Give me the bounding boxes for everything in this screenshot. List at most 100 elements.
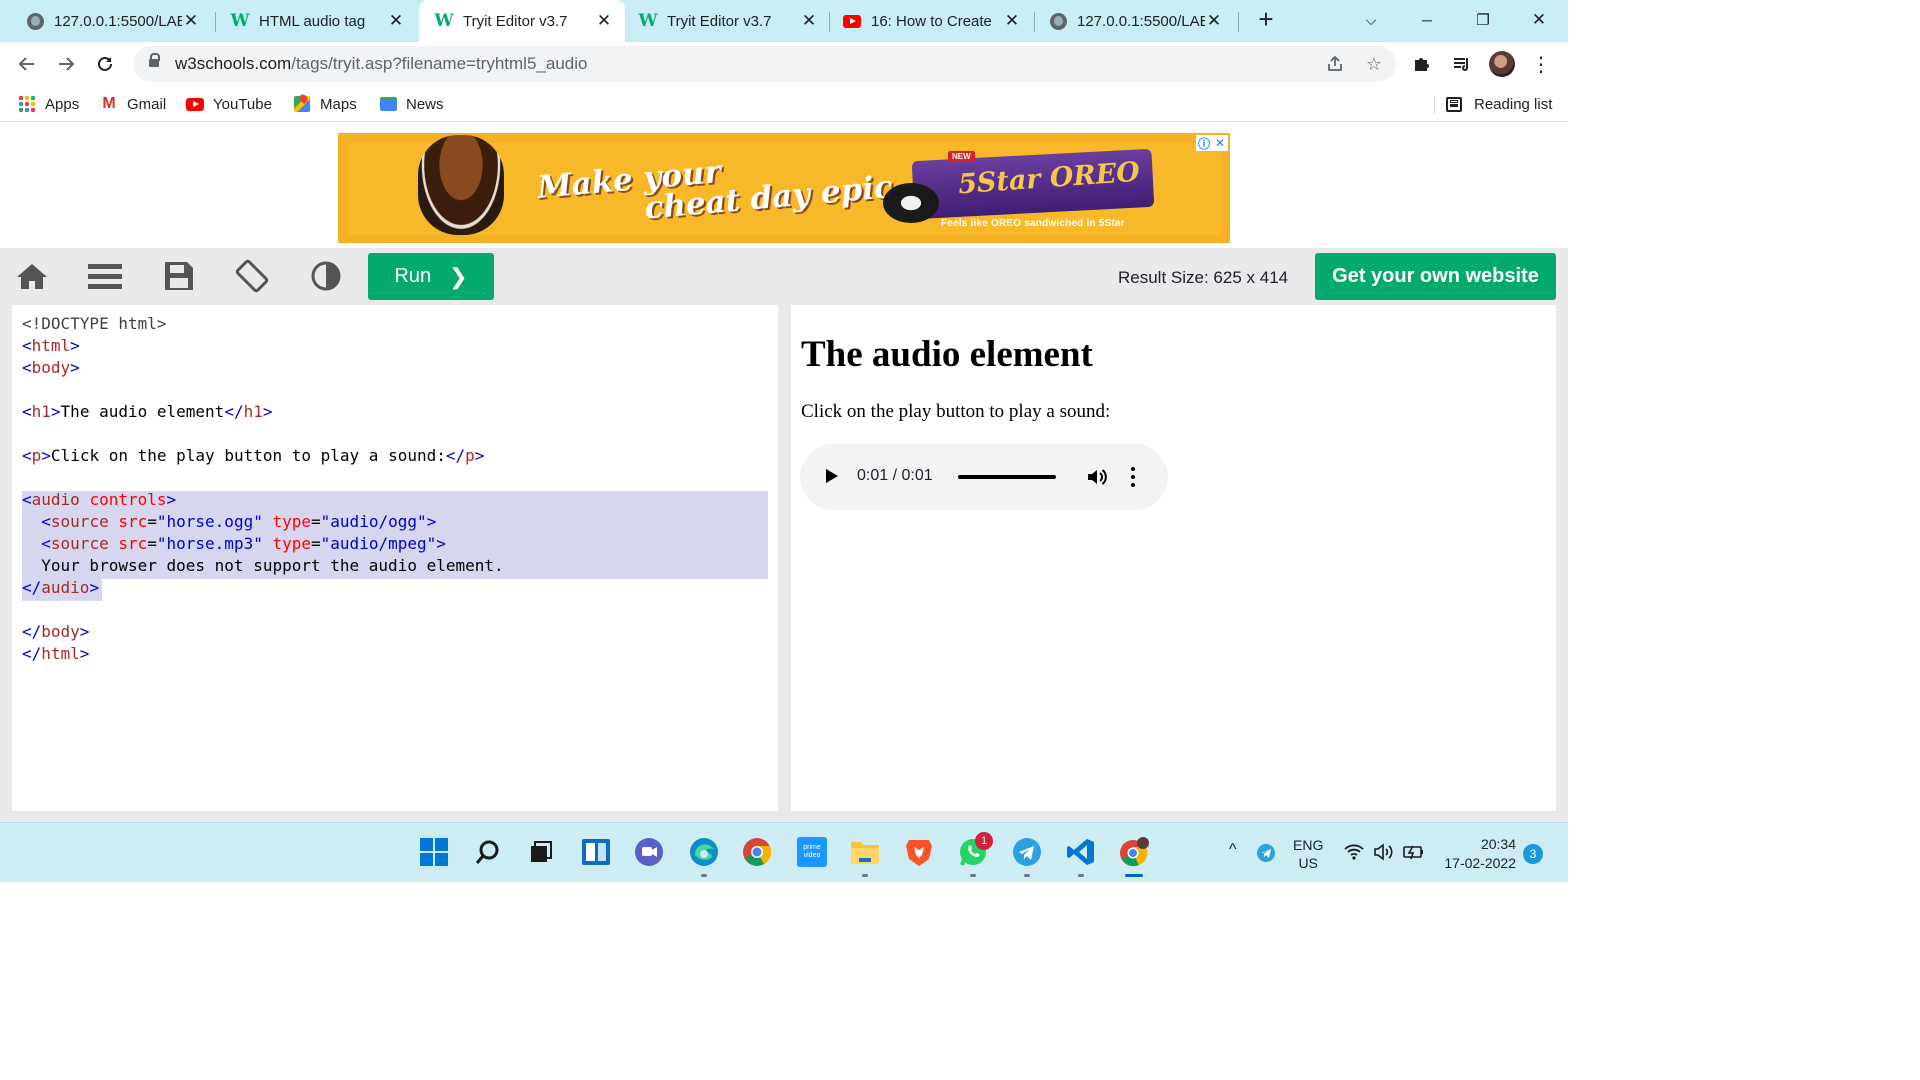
windows-start-icon[interactable] xyxy=(418,836,450,868)
volume-icon[interactable] xyxy=(1085,465,1109,489)
cookie-image xyxy=(883,183,939,223)
bookmark-label: Gmail xyxy=(127,95,167,113)
wifi-icon[interactable] xyxy=(1344,843,1364,864)
chrome-icon[interactable] xyxy=(741,836,773,868)
running-indicator xyxy=(970,874,976,877)
code-token: < xyxy=(22,490,32,509)
bookmarks-bar: Apps M Gmail YouTube Maps News Reading l… xyxy=(0,86,1568,122)
code-line: <source src="horse.ogg" type="audio/ogg"… xyxy=(22,511,504,533)
audio-progress-bar[interactable] xyxy=(958,475,1056,479)
code-token: p xyxy=(465,446,475,465)
save-icon[interactable] xyxy=(162,260,196,292)
teams-chat-icon[interactable] xyxy=(633,836,665,868)
tab-strip: 127.0.0.1:5500/LAB ✕ W HTML audio tag ✕ … xyxy=(0,0,1568,42)
close-icon[interactable]: ✕ xyxy=(387,11,405,30)
media-control-icon[interactable] xyxy=(1450,52,1474,76)
contrast-icon[interactable] xyxy=(309,260,343,292)
address-bar[interactable]: w3schools.com/tags/tryit.asp?filename=tr… xyxy=(133,46,1396,82)
widgets-icon[interactable] xyxy=(580,836,612,868)
task-view-icon[interactable] xyxy=(525,836,557,868)
vscode-icon[interactable] xyxy=(1065,836,1097,868)
profile-avatar[interactable] xyxy=(1489,51,1515,77)
clock-date: 17-02-2022 xyxy=(1444,855,1516,871)
code-editor[interactable]: <!DOCTYPE html> <html> <body> <h1>The audio… xyxy=(12,305,778,811)
code-line: </audio> xyxy=(22,577,504,599)
ad-choices[interactable]: ⓘ ✕ xyxy=(1196,135,1228,151)
tab-5[interactable]: 16: How to Create ✕ xyxy=(830,0,1033,42)
speaker-icon[interactable] xyxy=(1373,843,1395,864)
tab-4[interactable]: W Tryit Editor v3.7 ✕ xyxy=(625,0,830,42)
share-icon[interactable] xyxy=(1323,52,1347,76)
battery-charging-icon[interactable] xyxy=(1402,843,1426,864)
play-icon[interactable] xyxy=(826,469,838,483)
close-icon[interactable]: ✕ xyxy=(1003,11,1021,30)
running-indicator xyxy=(862,874,868,877)
telegram-tray-icon[interactable] xyxy=(1256,843,1276,866)
tab-6[interactable]: 127.0.0.1:5500/LAB ✕ xyxy=(1035,0,1235,42)
reload-button[interactable] xyxy=(91,50,119,78)
clock[interactable]: 20:34 17-02-2022 xyxy=(1440,835,1516,873)
show-hidden-icons-button[interactable]: ^ xyxy=(1229,841,1237,859)
tab-1[interactable]: 127.0.0.1:5500/LAB ✕ xyxy=(0,0,212,42)
bookmark-maps[interactable]: Maps xyxy=(293,93,357,115)
forward-button[interactable] xyxy=(52,50,80,78)
edge-icon[interactable] xyxy=(688,836,720,868)
bookmark-star-icon[interactable]: ☆ xyxy=(1362,52,1386,76)
code-token: < xyxy=(22,402,32,421)
search-icon[interactable] xyxy=(472,836,504,868)
whatsapp-icon[interactable]: 1 xyxy=(957,832,993,868)
notification-badge[interactable]: 3 xyxy=(1523,844,1543,864)
code-token: > xyxy=(262,402,273,421)
menu-icon[interactable] xyxy=(88,260,122,292)
brave-icon[interactable] xyxy=(903,836,935,868)
bookmark-news[interactable]: News xyxy=(379,93,444,115)
new-tab-button[interactable]: + xyxy=(1254,6,1278,32)
ad-info-icon[interactable]: ⓘ xyxy=(1196,135,1212,151)
tab-title: Tryit Editor v3.7 xyxy=(667,12,772,30)
tab-separator xyxy=(1238,12,1239,32)
back-button[interactable] xyxy=(13,50,41,78)
file-explorer-icon[interactable] xyxy=(849,836,881,868)
ad-banner[interactable]: Make your cheat day epic. NEW 5Star OREO… xyxy=(338,133,1230,243)
ad-close-icon[interactable]: ✕ xyxy=(1212,135,1228,151)
lock-icon[interactable] xyxy=(149,53,160,70)
get-website-button[interactable]: Get your own website xyxy=(1315,253,1556,300)
minimize-button[interactable]: ─ xyxy=(1412,6,1442,34)
url-text[interactable]: w3schools.com/tags/tryit.asp?filename=tr… xyxy=(175,54,587,74)
running-indicator xyxy=(1024,874,1030,877)
more-options-icon[interactable] xyxy=(1131,467,1135,487)
bookmark-apps[interactable]: Apps xyxy=(18,93,79,115)
prime-video-icon[interactable]: prime video xyxy=(796,836,828,868)
close-icon[interactable]: ✕ xyxy=(800,11,818,30)
code-token: > xyxy=(79,644,90,663)
language-indicator[interactable]: ENG US xyxy=(1293,836,1323,872)
tab-title: HTML audio tag xyxy=(259,12,366,30)
rotate-icon[interactable] xyxy=(235,259,269,293)
extensions-icon[interactable] xyxy=(1410,52,1434,76)
bookmark-youtube[interactable]: YouTube xyxy=(186,93,272,115)
close-icon[interactable]: ✕ xyxy=(595,11,613,30)
tab-2[interactable]: W HTML audio tag ✕ xyxy=(205,0,417,42)
home-icon[interactable] xyxy=(15,260,49,292)
close-window-button[interactable]: ✕ xyxy=(1524,6,1554,34)
audio-player[interactable]: 0:01 / 0:01 xyxy=(800,444,1168,510)
telegram-icon[interactable] xyxy=(1011,836,1043,868)
reading-list-button[interactable]: Reading list xyxy=(1446,93,1552,115)
tab-3-active[interactable]: W Tryit Editor v3.7 ✕ xyxy=(419,0,625,42)
back-arrow-icon xyxy=(18,57,34,71)
restore-button[interactable]: ❐ xyxy=(1468,6,1498,34)
close-icon[interactable]: ✕ xyxy=(182,11,200,30)
code-token: html xyxy=(41,644,80,663)
tab-search-dropdown-icon[interactable]: ⌵ xyxy=(1356,6,1386,34)
chrome-menu-icon[interactable]: ⋮ xyxy=(1529,52,1553,76)
chrome-profile-icon[interactable] xyxy=(1118,836,1150,868)
bookmark-gmail[interactable]: M Gmail xyxy=(100,93,166,115)
run-label: Run xyxy=(394,265,432,287)
code-text[interactable]: <!DOCTYPE html> <html> <body> <h1>The audio… xyxy=(22,313,504,665)
close-icon[interactable]: ✕ xyxy=(1205,11,1223,30)
run-button[interactable]: Run ❯ xyxy=(368,253,494,300)
code-token: h1 xyxy=(243,402,263,421)
